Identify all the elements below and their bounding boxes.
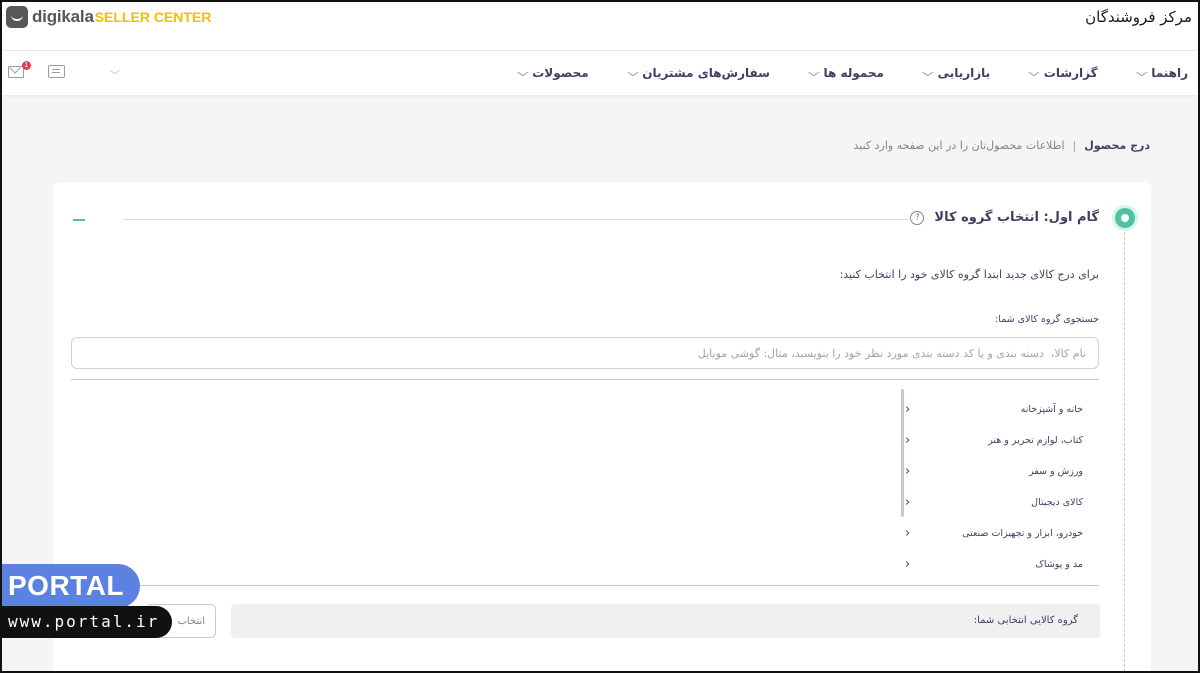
category-item[interactable]: خانه و آشپزخانه ‹: [905, 394, 1083, 425]
main-navigation: محصولات ⌵ سفارش‌های مشتریان ⌵ محموله ها ⌵ ب…: [2, 51, 1198, 96]
notification-badge: 1: [22, 60, 31, 70]
step-instructions: برای درج کالای جدید ابتدا گروه کالای خود…: [839, 268, 1099, 281]
step-title: گام اول: انتخاب گروه کالا: [934, 210, 1099, 225]
breadcrumb: درج محصول | اطلاعات محصول‌تان را در این صف…: [853, 139, 1150, 152]
nav-item-help[interactable]: راهنما ⌵: [1136, 66, 1188, 80]
chevron-left-icon: ‹: [905, 464, 911, 479]
step-indicator-icon: [1115, 208, 1135, 228]
category-list: خانه و آشپزخانه ‹ کتاب، لوازم تحریر و هنر…: [905, 394, 1083, 580]
nav-label: راهنما: [1151, 66, 1188, 80]
top-header: digikala SELLER CENTER مرکز فروشندگان: [2, 2, 1198, 51]
step-divider: [123, 219, 913, 220]
chevron-down-icon: ⌵: [1136, 67, 1147, 79]
nav-item-customer-orders[interactable]: سفارش‌های مشتریان ⌵: [627, 66, 770, 80]
nav-actions: 1 ⌵: [8, 60, 120, 78]
chevron-left-icon: ‹: [905, 433, 911, 448]
nav-label: سفارش‌های مشتریان: [642, 66, 770, 80]
category-scrollbar[interactable]: [901, 389, 904, 517]
selected-category-field: گروه کالایی انتخابی شما:: [231, 604, 1100, 638]
nav-item-reports[interactable]: گزارشات ⌵: [1028, 66, 1098, 80]
category-item[interactable]: خودرو، ابزار و تجهیزات صنعتی ‹: [905, 518, 1083, 549]
category-item[interactable]: کالای دیجیتال ‹: [905, 487, 1083, 518]
app-window: digikala SELLER CENTER مرکز فروشندگان مح…: [0, 0, 1200, 673]
category-label: خانه و آشپزخانه: [1020, 404, 1083, 415]
logo-text: digikala: [32, 7, 94, 26]
user-menu-chevron-icon[interactable]: ⌵: [109, 66, 120, 77]
category-item[interactable]: ورزش و سفر ‹: [905, 456, 1083, 487]
chevron-left-icon: ‹: [905, 526, 911, 541]
watermark-url: www.portal.ir: [8, 612, 160, 631]
breadcrumb-separator: |: [1072, 139, 1077, 152]
category-label: کالای دیجیتال: [1031, 497, 1083, 508]
nav-menu: محصولات ⌵ سفارش‌های مشتریان ⌵ محموله ها ⌵ ب…: [479, 51, 1188, 95]
app-title: مرکز فروشندگان: [1085, 8, 1192, 26]
watermark-brand: PORTAL: [8, 570, 125, 601]
chevron-left-icon: ‹: [905, 495, 911, 510]
divider: [71, 585, 1099, 586]
step-header: گام اول: انتخاب گروه کالا ?: [910, 210, 1099, 225]
nav-item-shipments[interactable]: محموله ها ⌵: [808, 66, 884, 80]
nav-label: محموله ها: [823, 66, 884, 80]
collapse-minus-icon[interactable]: [73, 219, 85, 221]
nav-label: بازاریابی: [937, 66, 991, 80]
category-search-input[interactable]: [71, 337, 1099, 369]
nav-item-products[interactable]: محصولات ⌵: [517, 66, 589, 80]
seller-center-logo[interactable]: digikala SELLER CENTER: [6, 6, 211, 28]
help-icon[interactable]: ?: [910, 210, 925, 225]
category-label: ورزش و سفر: [1029, 466, 1083, 477]
chevron-down-icon: ⌵: [627, 67, 638, 79]
logo-subtitle: SELLER CENTER: [94, 9, 212, 25]
chevron-down-icon: ⌵: [922, 67, 934, 79]
category-label: خودرو، ابزار و تجهیزات صنعتی: [962, 528, 1083, 539]
digikala-logo-icon: [6, 6, 28, 28]
category-label: کتاب، لوازم تحریر و هنر: [988, 435, 1083, 446]
search-label: جستجوی گروه کالای شما:: [995, 314, 1099, 325]
tickets-icon[interactable]: [48, 65, 65, 78]
page-subtitle: اطلاعات محصول‌تان را در این صفحه وارد کن…: [853, 139, 1065, 152]
chevron-down-icon: ⌵: [517, 67, 528, 79]
step-card: گام اول: انتخاب گروه کالا ? برای درج کال…: [53, 182, 1151, 671]
page-title: درج محصول: [1084, 139, 1150, 152]
category-item[interactable]: مد و پوشاک ‹: [905, 549, 1083, 580]
category-label: مد و پوشاک: [1035, 559, 1083, 570]
nav-label: گزارشات: [1043, 66, 1098, 80]
step-rail: [1124, 232, 1125, 671]
chevron-left-icon: ‹: [905, 402, 911, 417]
nav-item-marketing[interactable]: بازاریابی ⌵: [922, 66, 991, 80]
category-item[interactable]: کتاب، لوازم تحریر و هنر ‹: [905, 425, 1083, 456]
chevron-down-icon: ⌵: [1028, 67, 1040, 79]
nav-label: محصولات: [532, 66, 589, 80]
chevron-down-icon: ⌵: [808, 67, 820, 79]
selected-category-label: گروه کالایی انتخابی شما:: [973, 615, 1078, 626]
messages-icon[interactable]: 1: [8, 60, 31, 78]
chevron-left-icon: ‹: [905, 557, 911, 572]
divider: [71, 379, 1099, 380]
